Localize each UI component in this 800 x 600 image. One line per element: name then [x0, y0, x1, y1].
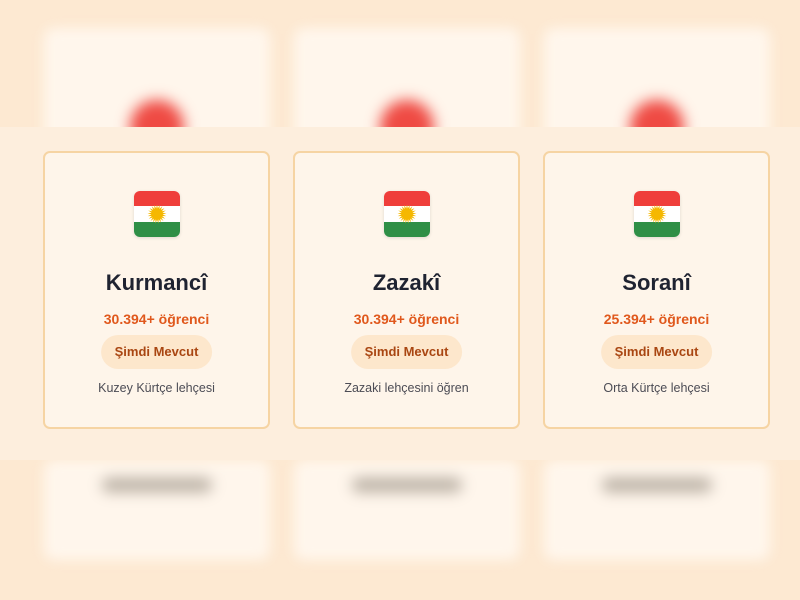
blurred-text — [602, 478, 712, 492]
blurred-card-bottom-1 — [44, 460, 270, 560]
language-card-kurmanci[interactable]: Kurmancî 30.394+ öğrenci Şimdi Mevcut Ku… — [43, 151, 270, 429]
language-title: Soranî — [622, 270, 691, 295]
blurred-card-bottom-3 — [544, 460, 770, 560]
kurdistan-flag-icon — [383, 191, 430, 237]
sun-disc — [651, 209, 662, 219]
blurred-text — [352, 478, 462, 492]
language-card-sorani[interactable]: Soranî 25.394+ öğrenci Şimdi Mevcut Orta… — [543, 151, 770, 429]
blurred-card-bottom-2 — [294, 460, 520, 560]
student-count: 30.394+ öğrenci — [103, 311, 210, 327]
sun-disc — [401, 209, 412, 219]
kurdistan-flag-icon — [133, 191, 180, 237]
page-background: Kurmancî 30.394+ öğrenci Şimdi Mevcut Ku… — [0, 0, 800, 600]
student-count: 25.394+ öğrenci — [603, 311, 710, 327]
kurdistan-flag-icon — [633, 191, 680, 237]
sun-emblem-icon — [647, 204, 666, 224]
sun-disc — [151, 209, 162, 219]
language-title: Zazakî — [372, 270, 441, 295]
language-title: Kurmancî — [105, 270, 208, 295]
language-description: Kuzey Kürtçe lehçesi — [98, 381, 215, 395]
student-count: 30.394+ öğrenci — [353, 311, 460, 327]
language-description: Orta Kürtçe lehçesi — [603, 381, 710, 395]
available-now-button[interactable]: Şimdi Mevcut — [600, 335, 713, 369]
language-card-zazaki[interactable]: Zazakî 30.394+ öğrenci Şimdi Mevcut Zaza… — [293, 151, 520, 429]
language-description: Zazaki lehçesini öğren — [344, 381, 469, 395]
available-now-button[interactable]: Şimdi Mevcut — [350, 335, 463, 369]
blurred-text — [102, 478, 212, 492]
available-now-button[interactable]: Şimdi Mevcut — [100, 335, 213, 369]
sun-emblem-icon — [147, 204, 166, 224]
sun-emblem-icon — [397, 204, 416, 224]
